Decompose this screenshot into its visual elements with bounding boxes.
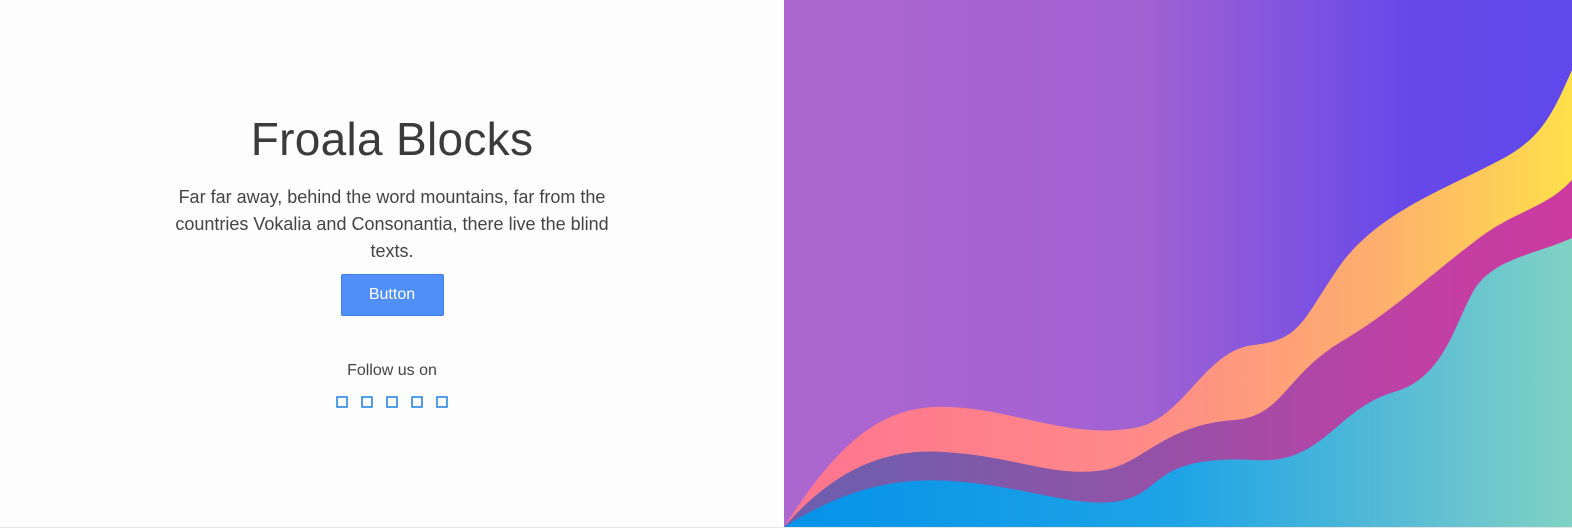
social-links: [336, 396, 448, 408]
social-icon-1[interactable]: [336, 396, 348, 408]
social-icon-5[interactable]: [436, 396, 448, 408]
page: Froala Blocks Far far away, behind the w…: [0, 0, 1572, 528]
social-icon-2[interactable]: [361, 396, 373, 408]
wave-graphic: [784, 0, 1572, 527]
wave-illustration: [784, 0, 1572, 527]
hero-description: Far far away, behind the word mountains,…: [175, 187, 609, 261]
hero-section: Froala Blocks Far far away, behind the w…: [0, 0, 784, 527]
hero-title: Froala Blocks: [250, 113, 534, 165]
follow-label: Follow us on: [347, 362, 437, 379]
social-icon-3[interactable]: [386, 396, 398, 408]
cta-button[interactable]: Button: [340, 274, 444, 316]
social-icon-4[interactable]: [411, 396, 423, 408]
